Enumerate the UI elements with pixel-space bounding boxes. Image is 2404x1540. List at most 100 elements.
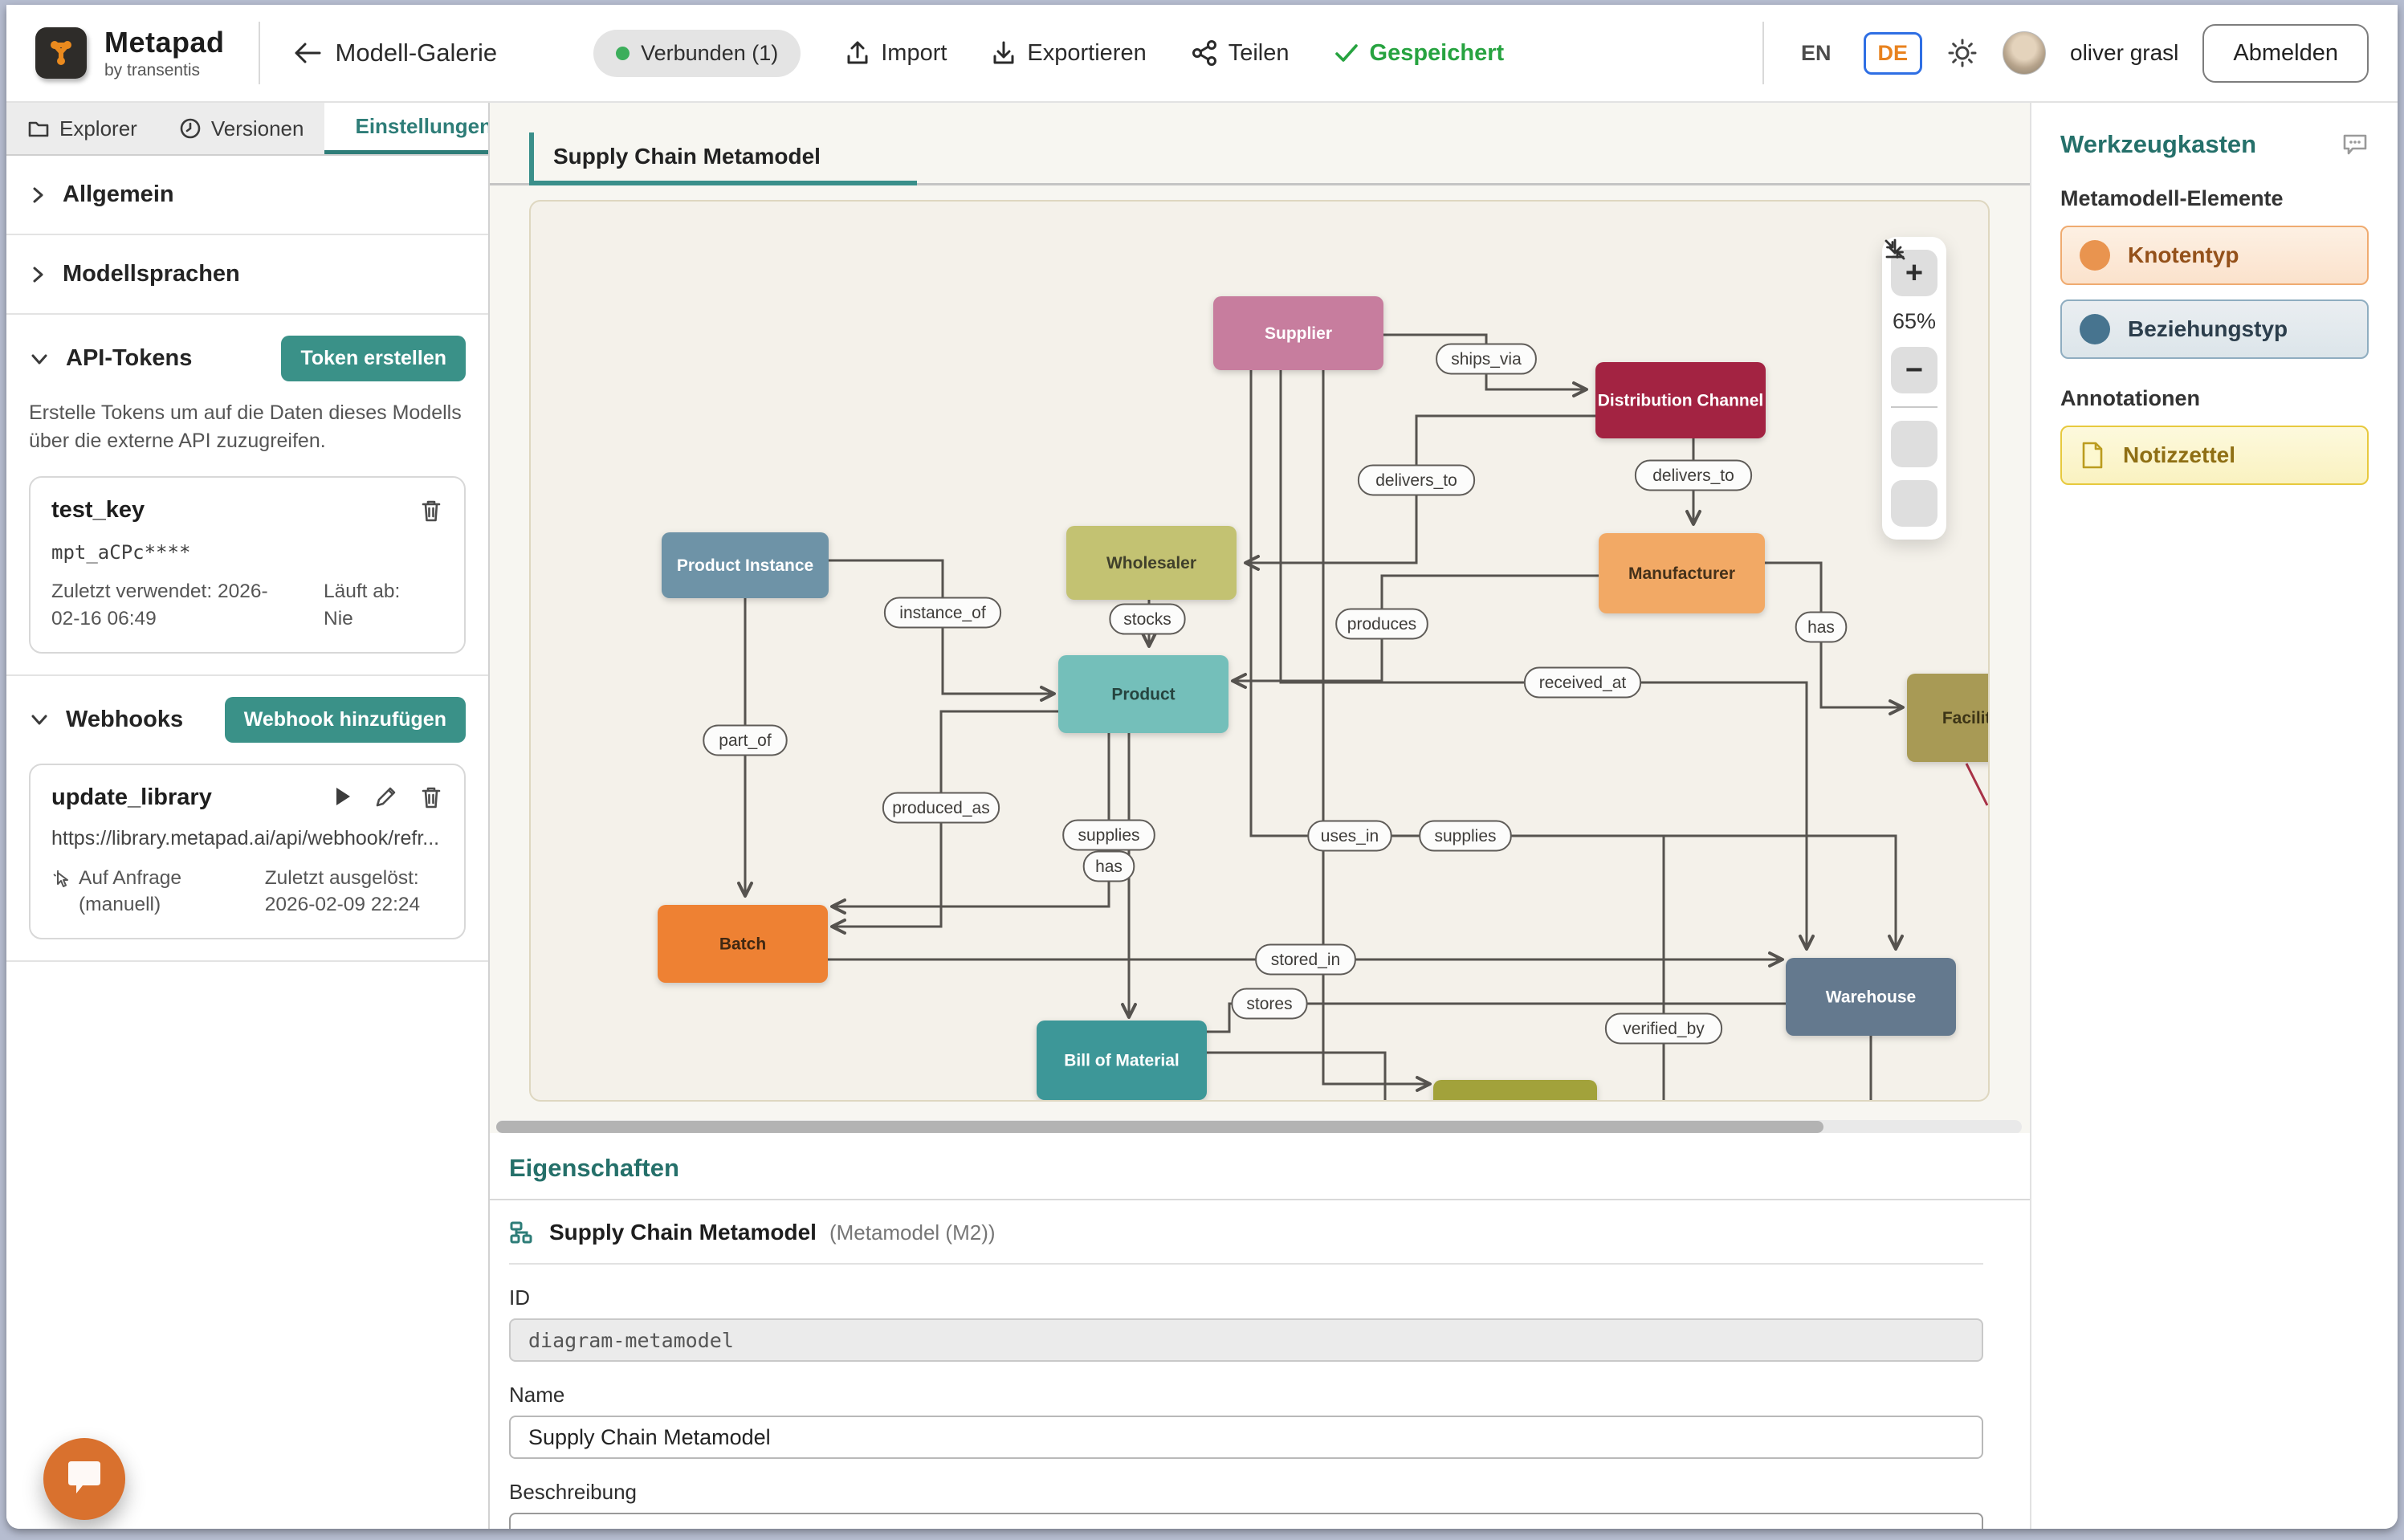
header-divider-2 [1762, 22, 1764, 84]
tool-note[interactable]: Notizzettel [2060, 426, 2369, 485]
diagram-node[interactable]: Warehouse [1786, 958, 1956, 1036]
chevron-down-icon[interactable] [29, 350, 50, 368]
horizontal-scrollbar[interactable] [496, 1120, 2022, 1134]
diagram-node[interactable]: Bill of Material [1037, 1021, 1207, 1100]
diagram-node[interactable]: Product [1058, 655, 1228, 733]
edge-label[interactable]: has [1084, 852, 1135, 882]
svg-text:Product Instance: Product Instance [677, 556, 813, 575]
edge-label[interactable]: stocks [1110, 605, 1184, 634]
relation-type-icon [2080, 314, 2110, 344]
diagram-edge[interactable] [1966, 764, 1987, 805]
diagram-edge[interactable] [1251, 370, 1896, 947]
webhook-last-triggered: Zuletzt ausgelöst: 2026-02-09 22:24 [265, 865, 443, 919]
comment-icon[interactable] [2341, 132, 2369, 157]
id-label: ID [509, 1285, 1983, 1310]
svg-text:verified_by: verified_by [1623, 1020, 1705, 1038]
lang-de-button[interactable]: DE [1864, 32, 1923, 75]
edit-webhook-icon[interactable] [374, 784, 398, 809]
diagram-node[interactable]: Manufacturer [1599, 533, 1765, 613]
diagram-node[interactable]: Product Instance [662, 532, 829, 598]
edge-label[interactable]: delivers_to [1636, 461, 1751, 491]
edge-label[interactable]: received_at [1525, 668, 1640, 698]
logout-button[interactable]: Abmelden [2202, 24, 2369, 83]
zoom-out-button[interactable]: − [1891, 347, 1937, 393]
left-sidebar: Explorer Versionen Einstellungen Allgeme… [6, 103, 490, 1529]
svg-text:Product: Product [1111, 686, 1175, 704]
share-button[interactable]: Teilen [1192, 40, 1290, 67]
svg-text:uses_in: uses_in [1321, 827, 1379, 845]
lang-en-button[interactable]: EN [1793, 33, 1840, 74]
edge-label[interactable]: produces [1336, 609, 1428, 639]
id-input[interactable] [509, 1318, 1983, 1362]
properties-panel: Eigenschaften Supply Chain Metamodel (Me… [490, 1133, 2030, 1529]
webhooks-title: Webhooks [66, 707, 183, 733]
diagram-canvas[interactable]: Supplier Distribution Channel Product Inst… [529, 200, 1990, 1102]
diagram-edge[interactable] [1207, 1053, 1385, 1102]
delete-webhook-icon[interactable] [419, 784, 443, 810]
diagram-edge[interactable] [1281, 370, 1807, 947]
back-to-gallery[interactable]: Modell-Galerie [294, 39, 498, 67]
export-button[interactable]: Exportieren [992, 40, 1146, 67]
chat-launcher[interactable] [43, 1438, 125, 1520]
tab-versionen[interactable]: Versionen [158, 103, 325, 154]
edge-label[interactable]: has [1796, 613, 1847, 642]
import-button[interactable]: Import [845, 40, 947, 67]
model-title-tab[interactable]: Supply Chain Metamodel [529, 132, 917, 185]
svg-text:Batch: Batch [719, 935, 766, 954]
edge-label[interactable]: delivers_to [1359, 466, 1474, 495]
app-subtitle: by transentis [104, 61, 225, 80]
diagram-node[interactable]: Facility [1907, 674, 1990, 762]
webhook-card: update_library https://library.metapad.a… [29, 764, 466, 940]
tool-relation-type[interactable]: Beziehungstyp [2060, 299, 2369, 359]
edge-label[interactable]: stored_in [1256, 945, 1355, 975]
description-label: Beschreibung [509, 1480, 1983, 1505]
user-avatar[interactable] [2003, 31, 2046, 75]
diagram-node[interactable]: Batch [658, 905, 828, 983]
share-icon [1192, 40, 1217, 66]
diagram-node[interactable]: Wholesaler [1066, 526, 1237, 600]
connection-status[interactable]: Verbunden (1) [593, 30, 801, 77]
edge-label[interactable]: supplies [1420, 821, 1511, 851]
metamodel-diagram[interactable]: Supplier Distribution Channel Product Inst… [531, 202, 1990, 1102]
edge-label[interactable]: ships_via [1436, 344, 1536, 374]
name-input[interactable] [509, 1416, 1983, 1459]
section-modellsprachen[interactable]: Modellsprachen [6, 235, 488, 315]
description-textarea[interactable]: To enable a consistent and structured di… [509, 1513, 1983, 1529]
chevron-down-icon[interactable] [29, 711, 50, 728]
save-status: Gespeichert [1334, 40, 1505, 67]
tab-explorer[interactable]: Explorer [6, 103, 158, 154]
tab-versionen-label: Versionen [211, 116, 304, 141]
edge-label[interactable]: instance_of [885, 598, 1000, 628]
edge-label[interactable]: uses_in [1308, 821, 1391, 851]
diagram-node[interactable]: Distribution Channel [1595, 362, 1766, 438]
delete-token-icon[interactable] [419, 498, 443, 524]
edge-label[interactable]: supplies [1063, 821, 1155, 850]
section-api-tokens: API-Tokens Token erstellen Erstelle Toke… [6, 315, 488, 676]
chevron-right-icon [29, 185, 47, 206]
edge-label[interactable]: verified_by [1606, 1014, 1722, 1044]
scrollbar-thumb[interactable] [496, 1121, 1823, 1133]
note-icon [2080, 441, 2105, 470]
edge-label[interactable]: stores [1232, 989, 1306, 1019]
svg-text:stored_in: stored_in [1271, 951, 1340, 969]
manual-trigger-icon [51, 870, 71, 892]
svg-text:instance_of: instance_of [899, 604, 986, 622]
edge-label[interactable]: part_of [703, 726, 786, 756]
edge-label[interactable]: produced_as [883, 793, 999, 823]
run-webhook-icon[interactable] [332, 784, 353, 809]
app-logo [35, 27, 87, 79]
fit-view-button[interactable] [1891, 421, 1937, 467]
diagram-node[interactable]: Supplier [1213, 296, 1383, 370]
token-expires: Läuft ab: Nie [324, 578, 428, 633]
clock-icon [179, 117, 202, 140]
tab-einstellungen[interactable]: Einstellungen [324, 103, 488, 154]
create-token-button[interactable]: Token erstellen [281, 336, 466, 381]
add-webhook-button[interactable]: Webhook hinzufügen [225, 697, 466, 743]
download-image-button[interactable] [1891, 480, 1937, 527]
download-icon [1882, 237, 1908, 263]
theme-sun-icon[interactable] [1946, 37, 1978, 69]
diagram-node[interactable] [1433, 1080, 1597, 1102]
tool-node-type[interactable]: Knotentyp [2060, 226, 2369, 285]
section-allgemein[interactable]: Allgemein [6, 156, 488, 235]
zoom-controls: + 65% − [1882, 237, 1946, 540]
